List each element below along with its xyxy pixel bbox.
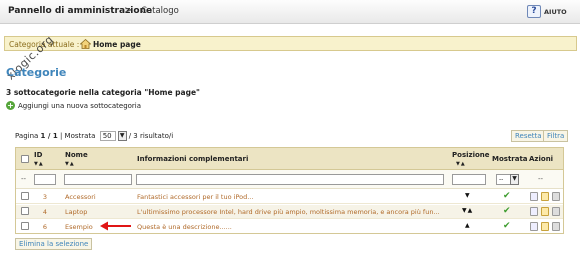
categories-table: ID ▼▲ Nome ▼▲ Informazioni complementari… (15, 147, 564, 234)
filter-dash: -- (21, 175, 27, 183)
filter-button[interactable]: Filtra (543, 130, 569, 142)
chevron-down-icon[interactable]: ▼ (510, 174, 519, 185)
home-icon (80, 39, 91, 49)
row-id: 6 (42, 223, 48, 231)
column-position: Posizione (452, 151, 490, 159)
sort-name-icon[interactable]: ▼▲ (65, 161, 75, 167)
delete-icon[interactable] (552, 207, 560, 216)
visible-check-icon[interactable]: ✔ (503, 191, 511, 201)
row-checkbox[interactable] (21, 222, 29, 230)
view-icon[interactable] (530, 207, 538, 216)
sort-id-icon[interactable]: ▼▲ (34, 161, 44, 167)
table-row[interactable]: 3 Accessori Fantastici accessori per il … (16, 190, 563, 204)
table-row[interactable]: 6 Esempio Questa è una descrizione......… (16, 220, 563, 234)
row-info: Questa è una descrizione...... (137, 223, 232, 231)
move-up-icon[interactable]: ▲ (465, 222, 471, 229)
add-subcategory-label: Aggiungi una nuova sottocategoria (18, 101, 142, 110)
column-id: ID (34, 151, 43, 159)
select-all-checkbox[interactable] (21, 155, 29, 163)
filter-dash-actions: -- (538, 175, 544, 183)
filter-name-input[interactable] (64, 174, 132, 185)
page-prefix: Pagina (15, 132, 39, 140)
column-name: Nome (65, 151, 88, 159)
subcategory-count: 3 sottocategorie nella categoria "Home p… (6, 88, 200, 97)
visible-check-icon[interactable]: ✔ (503, 206, 511, 216)
pagination-bar: Pagina 1 / 1 | Mostrata 50 ▼ / 3 risultat… (15, 131, 173, 141)
move-down-up-icon[interactable]: ▼▲ (462, 207, 473, 214)
filter-position-input[interactable] (452, 174, 486, 185)
column-actions: Azioni (529, 155, 554, 163)
help-question-icon: ? (527, 5, 541, 18)
chevron-down-icon[interactable]: ▼ (117, 131, 127, 141)
move-down-icon[interactable]: ▼ (465, 192, 471, 199)
view-icon[interactable] (530, 222, 538, 231)
table-header: ID ▼▲ Nome ▼▲ Informazioni complementari… (16, 148, 563, 170)
page-title: Categorie (6, 66, 67, 79)
row-checkbox[interactable] (21, 207, 29, 215)
breadcrumb-current: Catalogo (141, 6, 179, 16)
page-value: 1 / 1 (40, 132, 58, 140)
delete-selection-button[interactable]: Elimina la selezione (15, 238, 93, 250)
row-name[interactable]: Esempio (65, 223, 93, 231)
column-shown: Mostrata (492, 155, 528, 163)
row-name[interactable]: Laptop (65, 208, 87, 216)
shown-label: | Mostrata (59, 132, 96, 140)
breadcrumb-separator: > (124, 5, 133, 16)
delete-icon[interactable] (552, 222, 560, 231)
row-info: Fantastici accessori per il tuo iPod... (137, 193, 254, 201)
column-info: Informazioni complementari (137, 155, 249, 163)
delete-icon[interactable] (552, 192, 560, 201)
help-button[interactable]: ? AIUTO (527, 5, 567, 18)
sort-position-icon[interactable]: ▼▲ (456, 161, 466, 167)
current-category-value[interactable]: Home page (93, 40, 141, 49)
add-subcategory-link[interactable]: + Aggiungi una nuova sottocategoria (6, 101, 141, 110)
table-row[interactable]: 4 Laptop L'ultimissimo processore Intel,… (16, 205, 563, 219)
edit-icon[interactable] (541, 222, 549, 231)
per-page-select[interactable]: 50 (99, 131, 116, 141)
help-label: AIUTO (544, 7, 567, 16)
add-icon: + (6, 101, 15, 110)
row-info: L'ultimissimo processore Intel, hard dri… (137, 208, 440, 216)
filter-id-input[interactable] (34, 174, 56, 185)
row-id: 3 (42, 193, 48, 201)
red-arrow-annotation (100, 221, 131, 231)
edit-icon[interactable] (541, 207, 549, 216)
current-category-bar: Categoria attuale : Home page (4, 36, 577, 51)
edit-icon[interactable] (541, 192, 549, 201)
view-icon[interactable] (530, 192, 538, 201)
filter-info-input[interactable] (136, 174, 444, 185)
row-id: 4 (42, 208, 48, 216)
results-count: / 3 risultato/i (128, 132, 174, 140)
filter-row: -- -- ▼ -- (16, 170, 563, 189)
row-name[interactable]: Accessori (65, 193, 96, 201)
row-checkbox[interactable] (21, 192, 29, 200)
reset-button[interactable]: Resetta (511, 130, 546, 142)
visible-check-icon[interactable]: ✔ (503, 221, 511, 231)
